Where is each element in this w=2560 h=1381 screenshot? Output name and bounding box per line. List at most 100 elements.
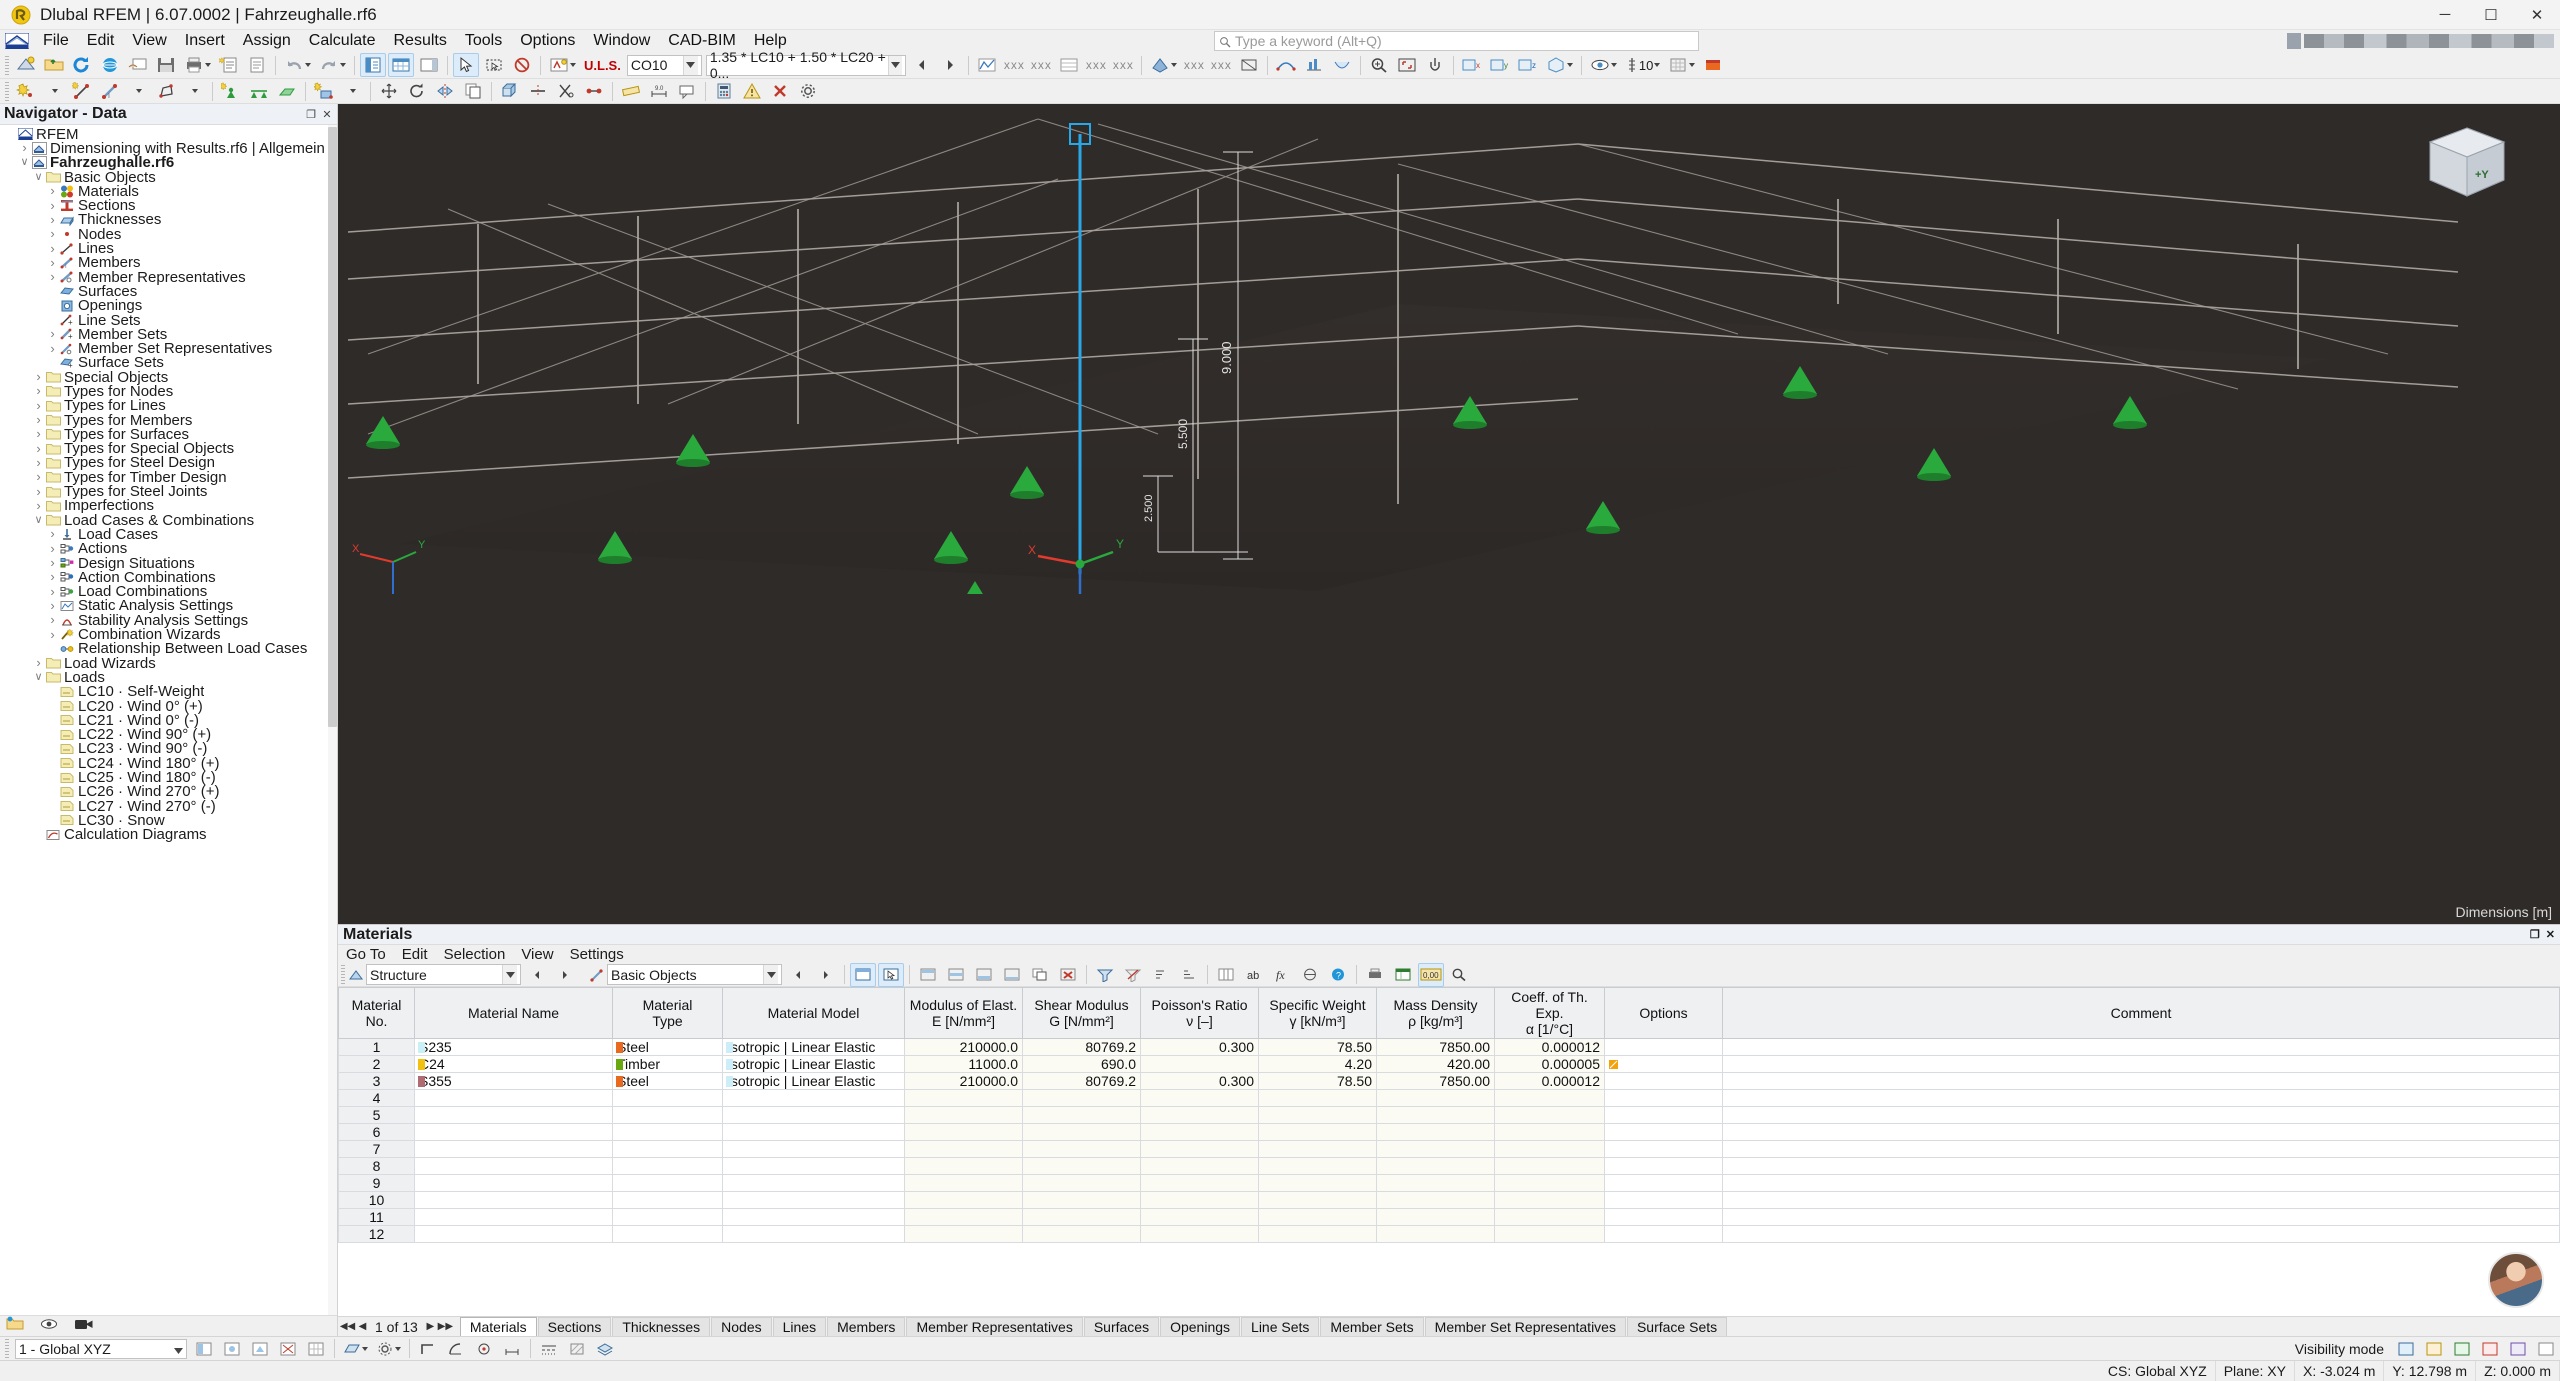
- cell-modulus-elasticity[interactable]: [904, 1089, 1023, 1108]
- materials-menu-selection[interactable]: Selection: [436, 946, 514, 963]
- tree-item-surface-sets[interactable]: + Surface Sets: [0, 354, 337, 371]
- cell-poissons-ratio[interactable]: 0.300: [1140, 1038, 1259, 1057]
- cell-mass-density[interactable]: [1376, 1106, 1495, 1125]
- cell-options[interactable]: [1604, 1123, 1723, 1142]
- tree-item-member-representatives[interactable]: Member Representatives: [0, 269, 337, 286]
- cell-material-model[interactable]: [722, 1191, 905, 1210]
- chevron-right-icon[interactable]: [32, 370, 45, 384]
- cell-thermal-expansion[interactable]: [1494, 1089, 1605, 1108]
- cell-shear-modulus[interactable]: [1022, 1157, 1141, 1176]
- cell-specific-weight[interactable]: 4.20: [1258, 1055, 1377, 1074]
- pager-next-button[interactable]: ▶: [424, 1319, 437, 1334]
- chevron-right-icon[interactable]: [46, 199, 59, 213]
- units-button[interactable]: 0,00: [1418, 962, 1444, 987]
- filter-button[interactable]: [1092, 963, 1118, 987]
- maximize-button[interactable]: ☐: [2468, 0, 2514, 30]
- cell-comment[interactable]: [1722, 1225, 2560, 1244]
- search-table-button[interactable]: [1446, 963, 1472, 987]
- navigator-scrollbar[interactable]: [328, 125, 337, 1315]
- chevron-right-icon[interactable]: [46, 585, 59, 599]
- work-plane-dropdown-arrow[interactable]: [362, 1346, 368, 1351]
- mirror-button[interactable]: [432, 79, 458, 103]
- menu-edit[interactable]: Edit: [78, 30, 124, 52]
- load-case-selector-button[interactable]: [546, 53, 579, 77]
- row-bottom-button[interactable]: [999, 963, 1025, 987]
- tree-item-load-wizards[interactable]: Load Wizards: [0, 655, 337, 672]
- snap-grid-button[interactable]: [303, 1337, 329, 1361]
- column-header--kn-m-[interactable]: Specific Weight γ [kN/m³]: [1258, 987, 1377, 1040]
- cell-material-no[interactable]: 12: [338, 1225, 415, 1244]
- cell-shear-modulus[interactable]: [1022, 1191, 1141, 1210]
- visibility-toggle-2[interactable]: [2421, 1337, 2447, 1361]
- rotate-button[interactable]: [404, 79, 430, 103]
- chevron-right-icon[interactable]: [46, 213, 59, 227]
- menu-calculate[interactable]: Calculate: [300, 30, 385, 52]
- cell-thermal-expansion[interactable]: [1494, 1106, 1605, 1125]
- pager-prev-button[interactable]: ◀: [356, 1319, 369, 1334]
- measure-button[interactable]: [618, 79, 644, 103]
- chevron-right-icon[interactable]: [32, 470, 45, 484]
- cell-poissons-ratio[interactable]: [1140, 1208, 1259, 1227]
- trim-button[interactable]: [553, 79, 579, 103]
- row-top-button[interactable]: [915, 963, 941, 987]
- chevron-right-icon[interactable]: [46, 242, 59, 256]
- cell-material-no[interactable]: 3: [338, 1072, 415, 1091]
- delete-button[interactable]: [767, 79, 793, 103]
- show-navigator-button[interactable]: [360, 53, 386, 77]
- cell-specific-weight[interactable]: [1258, 1157, 1377, 1176]
- cell-material-no[interactable]: 4: [338, 1089, 415, 1108]
- move-button[interactable]: [376, 79, 402, 103]
- cell-modulus-elasticity[interactable]: [904, 1123, 1023, 1142]
- dimension-input-button[interactable]: [499, 1337, 525, 1361]
- tree-item-thicknesses[interactable]: Thicknesses: [0, 211, 337, 228]
- cell-mass-density[interactable]: 7850.00: [1376, 1072, 1495, 1091]
- table-row[interactable]: 7: [338, 1140, 2560, 1159]
- visibility-eye-icon[interactable]: [40, 1316, 58, 1337]
- grid-dropdown-arrow[interactable]: [1689, 63, 1696, 67]
- menu-window[interactable]: Window: [584, 30, 659, 52]
- cell-specific-weight[interactable]: [1258, 1225, 1377, 1244]
- cell-material-type[interactable]: [612, 1123, 723, 1142]
- chevron-right-icon[interactable]: [46, 342, 59, 356]
- column-header-no-[interactable]: Material No.: [338, 987, 415, 1040]
- cell-material-no[interactable]: 2: [338, 1055, 415, 1074]
- cell-material-type[interactable]: [612, 1191, 723, 1210]
- cell-poissons-ratio[interactable]: [1140, 1055, 1259, 1074]
- pan-button[interactable]: [1422, 53, 1448, 77]
- cell-mass-density[interactable]: [1376, 1208, 1495, 1227]
- cell-material-no[interactable]: 8: [338, 1157, 415, 1176]
- layer-button[interactable]: [592, 1337, 618, 1361]
- cell-options[interactable]: [1604, 1072, 1723, 1091]
- cell-material-type[interactable]: [612, 1208, 723, 1227]
- cell-thermal-expansion[interactable]: [1494, 1174, 1605, 1193]
- row-append-button[interactable]: [971, 963, 997, 987]
- cell-poissons-ratio[interactable]: [1140, 1174, 1259, 1193]
- cell-specific-weight[interactable]: [1258, 1191, 1377, 1210]
- coordinate-system-combo[interactable]: 1 - Global XYZ: [15, 1338, 187, 1359]
- toolbar-grip[interactable]: [5, 55, 9, 75]
- chevron-right-icon[interactable]: [46, 227, 59, 241]
- tab-surface-sets[interactable]: Surface Sets: [1626, 1317, 1728, 1336]
- load-formula-combo[interactable]: 1.35 * LC10 + 1.50 * LC20 + 0...: [705, 49, 906, 81]
- render-mode-button[interactable]: [1147, 53, 1180, 77]
- new-nodal-support-button[interactable]: [218, 79, 244, 103]
- print-button[interactable]: [181, 53, 214, 77]
- menu-tools[interactable]: Tools: [456, 30, 511, 52]
- cell-poissons-ratio[interactable]: [1140, 1140, 1259, 1159]
- cell-material-model[interactable]: [722, 1106, 905, 1125]
- chevron-right-icon[interactable]: [46, 542, 59, 556]
- chevron-right-icon[interactable]: [32, 384, 45, 398]
- cell-thermal-expansion[interactable]: [1494, 1191, 1605, 1210]
- new-surface-dropdown[interactable]: [181, 79, 207, 103]
- cell-material-model[interactable]: [722, 1123, 905, 1142]
- snap-settings-button[interactable]: [373, 1337, 404, 1361]
- row-insert-button[interactable]: [943, 963, 969, 987]
- cell-material-model[interactable]: [722, 1208, 905, 1227]
- chevron-down-icon[interactable]: [682, 55, 698, 75]
- sort-desc-button[interactable]: [1176, 963, 1202, 987]
- materials-menu-go-to[interactable]: Go To: [338, 946, 394, 963]
- cell-poissons-ratio[interactable]: [1140, 1106, 1259, 1125]
- new-member-dropdown[interactable]: [125, 79, 151, 103]
- view-xz-button[interactable]: z: [1515, 53, 1541, 77]
- new-node-button[interactable]: [13, 79, 39, 103]
